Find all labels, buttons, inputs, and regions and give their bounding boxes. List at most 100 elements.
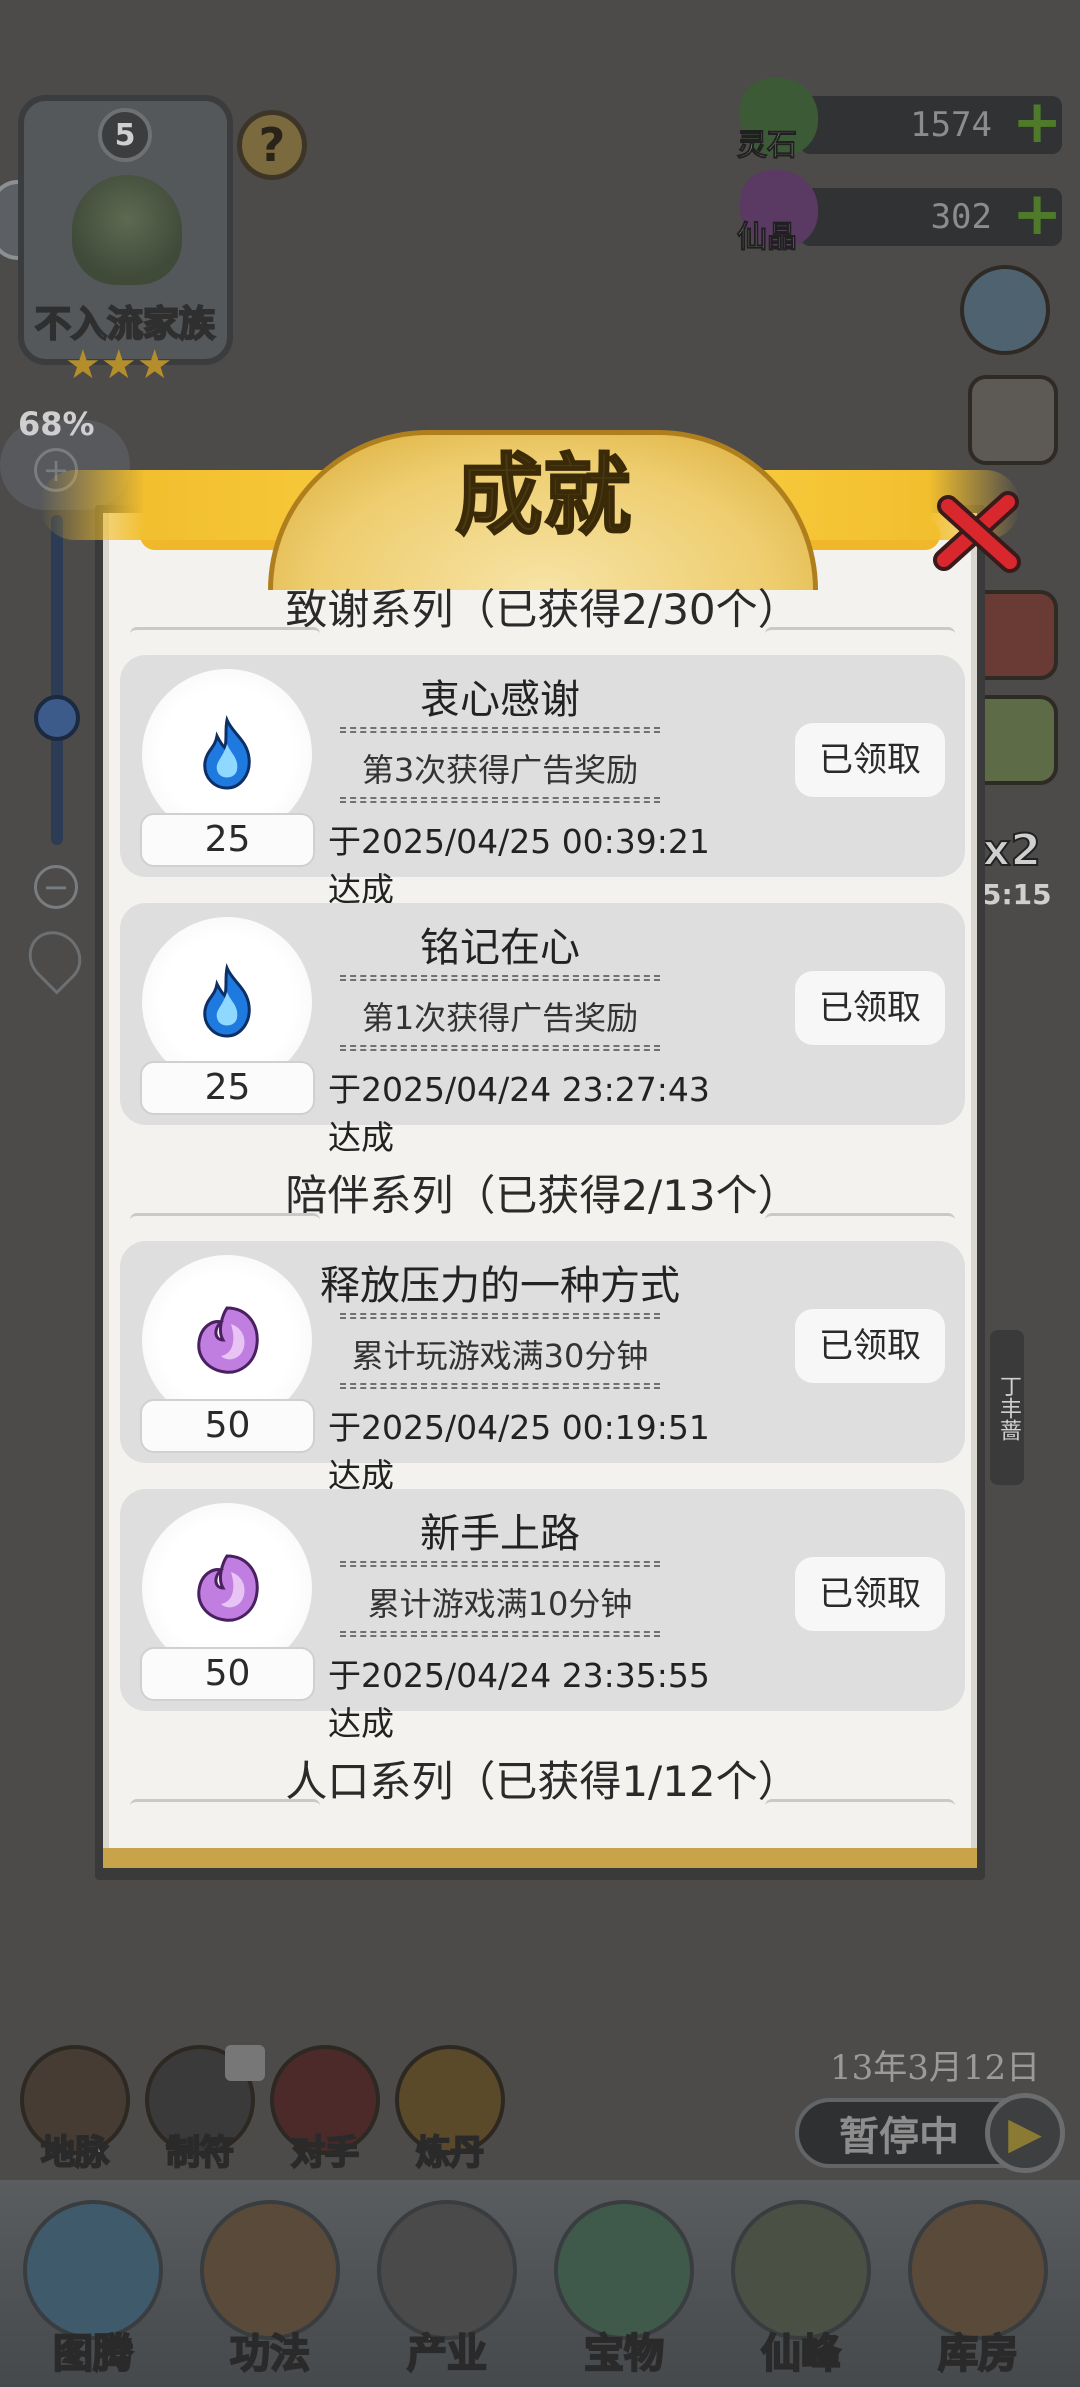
section-title: 人口系列（已获得1/12个）: [285, 1757, 800, 1806]
cloud-divider: [130, 1213, 320, 1227]
reward-amount: 25: [140, 813, 315, 867]
warehouse-icon: [908, 2200, 1048, 2340]
family-level: 5: [98, 108, 152, 162]
nav-industry[interactable]: 产业: [362, 2200, 532, 2387]
nav-treasure-label: 宝物: [583, 2330, 665, 2378]
willow-tree-icon: [72, 175, 182, 285]
modal-title: 成就: [454, 442, 632, 548]
ornament-divider: [340, 727, 660, 733]
skills-icon: [200, 2200, 340, 2340]
claimed-button[interactable]: 已领取: [795, 1309, 945, 1383]
close-icon: [933, 491, 1021, 573]
reward-amount: 25: [140, 1061, 315, 1115]
achievement-desc: 累计游戏满10分钟: [367, 1585, 633, 1623]
immortal-crystal-label: 仙晶: [737, 220, 798, 256]
nav-skills-label: 功法: [229, 2330, 311, 2378]
treasure-icon: [554, 2200, 694, 2340]
achievement-desc: 累计玩游戏满30分钟: [351, 1337, 649, 1375]
zoom-slider-knob[interactable]: [34, 695, 80, 741]
nav-totem[interactable]: 图腾: [8, 2200, 178, 2387]
nav-warehouse-label: 库房: [937, 2330, 1019, 2378]
family-name: 不入流家族: [34, 303, 216, 346]
ornament-divider: [340, 1313, 660, 1319]
ornament-divider: [340, 1561, 660, 1567]
achievement-title: 释放压力的一种方式: [320, 1263, 680, 1309]
achievement-card: 50 新手上路 累计游戏满10分钟 于2025/04/24 23:35:55达成…: [120, 1489, 965, 1743]
nav-warehouse[interactable]: 库房: [893, 2200, 1063, 2387]
blue-flame-icon: [203, 962, 251, 1038]
lock-icon: [225, 2045, 265, 2081]
achievement-desc: 第1次获得广告奖励: [361, 999, 639, 1037]
section-header: 陪伴系列（已获得2/13个）: [120, 1151, 965, 1241]
achievement-list[interactable]: 致谢系列（已获得2/30个） 25 衷心感谢 第3次获得广告奖励 于2025/0…: [120, 565, 965, 1835]
purple-crystal-icon: [197, 1554, 259, 1622]
play-button[interactable]: ▶: [985, 2093, 1065, 2173]
nav-industry-label: 产业: [406, 2330, 488, 2378]
section-header: 致谢系列（已获得2/30个）: [120, 565, 965, 655]
game-date: 13年3月12日: [830, 2048, 1041, 2088]
alchemy-label: 炼丹: [415, 2132, 485, 2174]
achievement-card: 25 铭记在心 第1次获得广告奖励 于2025/04/24 23:27:43达成…: [120, 903, 965, 1157]
achievement-title: 衷心感谢: [420, 677, 580, 723]
ornament-divider: [340, 1631, 660, 1637]
zoom-out-button[interactable]: −: [34, 865, 78, 909]
reward-amount: 50: [140, 1399, 315, 1453]
achievement-title: 铭记在心: [420, 925, 580, 971]
purple-crystal-icon: [197, 1306, 259, 1374]
immortal-crystal-add-button[interactable]: +: [1012, 184, 1062, 244]
cloud-divider: [130, 1799, 320, 1813]
speed-timer: 5:15: [982, 878, 1052, 911]
ornament-divider: [340, 797, 660, 803]
ornament-divider: [340, 975, 660, 981]
achievement-card: 25 衷心感谢 第3次获得广告奖励 于2025/04/25 00:39:21达成…: [120, 655, 965, 909]
spirit-stone-add-button[interactable]: +: [1012, 92, 1062, 152]
pause-label: 暂停中: [839, 2114, 959, 2160]
peak-icon: [731, 2200, 871, 2340]
zoom-slider-track[interactable]: [51, 515, 63, 845]
cloud-divider: [765, 627, 955, 641]
claimed-button[interactable]: 已领取: [795, 971, 945, 1045]
side-character-tag[interactable]: 丁丰蔷: [990, 1330, 1024, 1485]
panel-bottom-trim: [103, 1848, 977, 1868]
ornament-divider: [340, 1383, 660, 1389]
cloud-divider: [130, 627, 320, 641]
immortal-crystal-value: 302: [930, 197, 992, 237]
play-icon: ▶: [1008, 2107, 1042, 2159]
achievement-date: 于2025/04/24 23:27:43达成: [328, 1070, 710, 1157]
location-icon[interactable]: [17, 920, 93, 995]
settings-gear-icon[interactable]: [960, 265, 1050, 355]
blue-flame-icon: [203, 714, 251, 790]
claimed-button[interactable]: 已领取: [795, 723, 945, 797]
nav-skills[interactable]: 功法: [185, 2200, 355, 2387]
nav-peak[interactable]: 仙峰: [716, 2200, 886, 2387]
cloud-divider: [765, 1799, 955, 1813]
industry-icon: [377, 2200, 517, 2340]
nav-peak-label: 仙峰: [760, 2330, 842, 2378]
totem-icon: [23, 2200, 163, 2340]
achievement-date: 于2025/04/24 23:35:55达成: [328, 1656, 710, 1743]
cloud-divider: [765, 1213, 955, 1227]
close-button[interactable]: [930, 482, 1025, 577]
speed-multiplier-badge[interactable]: x2: [981, 824, 1042, 877]
achievement-desc: 第3次获得广告奖励: [361, 751, 639, 789]
family-stars: ★★★: [65, 342, 173, 388]
ornament-divider: [340, 1045, 660, 1051]
zoom-percent: 68%: [18, 405, 95, 443]
scroll-book-icon[interactable]: [968, 375, 1058, 465]
achievement-date: 于2025/04/25 00:39:21达成: [328, 822, 710, 909]
section-title: 陪伴系列（已获得2/13个）: [285, 1171, 800, 1220]
nav-totem-label: 图腾: [52, 2330, 134, 2378]
claimed-button[interactable]: 已领取: [795, 1557, 945, 1631]
help-button[interactable]: ?: [237, 110, 307, 180]
section-header: 人口系列（已获得1/12个）: [120, 1737, 965, 1827]
achievement-card: 50 释放压力的一种方式 累计玩游戏满30分钟 于2025/04/25 00:1…: [120, 1241, 965, 1495]
talisman-label: 制符: [165, 2132, 235, 2174]
achievement-date: 于2025/04/25 00:19:51达成: [328, 1408, 710, 1495]
spirit-stone-label: 灵石: [737, 128, 798, 164]
rival-label: 对手: [290, 2132, 360, 2174]
reward-amount: 50: [140, 1647, 315, 1701]
nav-treasure[interactable]: 宝物: [539, 2200, 709, 2387]
earth-vein-label: 地脉: [40, 2132, 110, 2174]
achievement-title: 新手上路: [420, 1511, 580, 1557]
spirit-stone-value: 1574: [910, 105, 992, 145]
